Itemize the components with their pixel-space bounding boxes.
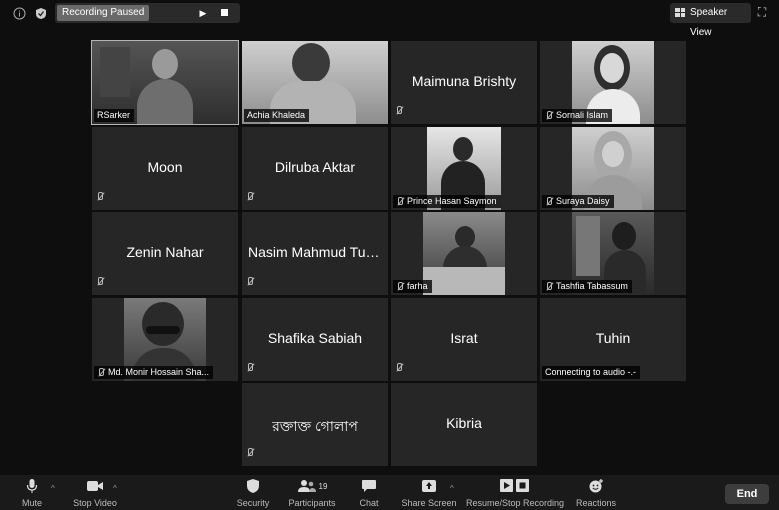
audio-options-caret-icon[interactable]: ^: [51, 484, 55, 493]
security-button[interactable]: Security: [234, 477, 272, 509]
recording-status-bar: Recording Paused ▶: [55, 3, 240, 23]
smiley-icon: [575, 477, 617, 495]
name-label: Suraya Daisy: [542, 195, 614, 208]
name-label: RSarker: [94, 109, 135, 122]
video-tile-maimuna-brishty[interactable]: Maimuna Brishty: [391, 41, 537, 124]
recording-controls-icon: [466, 477, 564, 495]
participants-count: 19: [318, 481, 328, 491]
speaker-view-label: Speaker View: [690, 7, 728, 38]
muted-mic-icon: [96, 188, 104, 206]
muted-mic-icon: [246, 273, 254, 291]
muted-mic-icon: [545, 197, 553, 206]
video-tile-tashfia-tabassum[interactable]: Tashfia Tabassum: [540, 212, 686, 295]
audio-status-label: Connecting to audio -.-: [542, 366, 641, 379]
participant-name: Tuhin: [595, 330, 631, 346]
resume-stop-recording-button[interactable]: Resume/Stop Recording: [466, 477, 564, 509]
muted-mic-icon: [96, 273, 104, 291]
muted-mic-icon: [246, 444, 254, 462]
video-tile-israt[interactable]: Israt: [391, 298, 537, 381]
top-bar: Recording Paused ▶ Speaker View ⛶: [0, 0, 779, 38]
video-tile-kibria[interactable]: Kibria: [391, 383, 537, 466]
video-tile-nasim-mahmud[interactable]: Nasim Mahmud Tus...: [242, 212, 388, 295]
muted-mic-icon: [395, 359, 403, 377]
video-tile-moon[interactable]: Moon: [92, 127, 238, 210]
video-tile-rsarker[interactable]: RSarker: [91, 40, 239, 125]
participant-video: [423, 212, 505, 295]
muted-mic-icon: [396, 197, 404, 206]
name-label: Tashfia Tabassum: [542, 280, 632, 293]
fullscreen-icon[interactable]: ⛶: [754, 4, 770, 20]
name-label: Achia Khaleda: [244, 109, 310, 122]
name-label: Sornali Islam: [542, 109, 613, 122]
info-icon[interactable]: [11, 5, 27, 21]
video-tile-tuhin[interactable]: Tuhin Connecting to audio -.-: [540, 298, 686, 381]
participant-name: Maimuna Brishty: [411, 73, 517, 89]
grid-view-icon: [675, 8, 685, 17]
video-tile-farha[interactable]: farha: [391, 212, 537, 295]
muted-mic-icon: [246, 188, 254, 206]
name-label: Prince Hasan Saymon: [393, 195, 501, 208]
stop-recording-icon[interactable]: [218, 6, 232, 20]
video-tile-shafika-sabiah[interactable]: Shafika Sabiah: [242, 298, 388, 381]
video-tile-suraya-daisy[interactable]: Suraya Daisy: [540, 127, 686, 210]
chat-bubble-icon: [355, 477, 383, 495]
video-tile-monir-hossain[interactable]: Md. Monir Hossain Sha...: [92, 298, 238, 381]
video-options-caret-icon[interactable]: ^: [113, 484, 117, 493]
participant-name: Kibria: [446, 415, 482, 431]
participant-name: Dilruba Aktar: [274, 159, 356, 175]
microphone-icon: [14, 477, 50, 495]
speaker-view-button[interactable]: Speaker View: [670, 3, 751, 38]
participant-name: Nasim Mahmud Tus...: [248, 244, 385, 260]
participant-name: Shafika Sabiah: [267, 330, 363, 346]
muted-mic-icon: [545, 282, 553, 291]
muted-mic-icon: [97, 368, 105, 377]
meeting-toolbar: Mute ^ Stop Video ^ Security 19 Particip…: [0, 475, 779, 510]
stop-video-button[interactable]: Stop Video: [68, 477, 122, 509]
reactions-button[interactable]: Reactions: [575, 477, 617, 509]
video-tile-sornali-islam[interactable]: Sornali Islam: [540, 41, 686, 124]
recording-status-label: Recording Paused: [57, 5, 150, 21]
share-options-caret-icon[interactable]: ^: [450, 484, 454, 493]
end-meeting-button[interactable]: End: [725, 484, 769, 504]
name-label: Md. Monir Hossain Sha...: [94, 366, 214, 379]
participant-name: Israt: [450, 330, 478, 346]
name-label: farha: [393, 280, 432, 293]
video-tile-zenin-nahar[interactable]: Zenin Nahar: [92, 212, 238, 295]
video-tile-prince-hasan-saymon[interactable]: Prince Hasan Saymon: [391, 127, 537, 210]
shield-check-icon[interactable]: [33, 5, 49, 21]
participant-name: Moon: [147, 159, 183, 175]
chat-button[interactable]: Chat: [355, 477, 383, 509]
muted-mic-icon: [246, 359, 254, 377]
video-tile-bangla-name[interactable]: রক্তাক্ত গোলাপ: [242, 383, 388, 466]
mute-button[interactable]: Mute: [14, 477, 50, 509]
share-screen-button[interactable]: Share Screen: [400, 477, 458, 509]
shield-icon: [234, 477, 272, 495]
participant-name: রক্তাক্ত গোলাপ: [272, 418, 358, 434]
video-tile-dilruba-aktar[interactable]: Dilruba Aktar: [242, 127, 388, 210]
participants-icon: 19: [286, 477, 338, 495]
muted-mic-icon: [396, 282, 404, 291]
video-tile-achia-khaleda[interactable]: Achia Khaleda: [242, 41, 388, 124]
participants-button[interactable]: 19 Participants: [286, 477, 338, 509]
participant-name: Zenin Nahar: [126, 244, 204, 260]
resume-recording-icon[interactable]: ▶: [196, 6, 210, 20]
muted-mic-icon: [545, 111, 553, 120]
muted-mic-icon: [395, 102, 403, 120]
